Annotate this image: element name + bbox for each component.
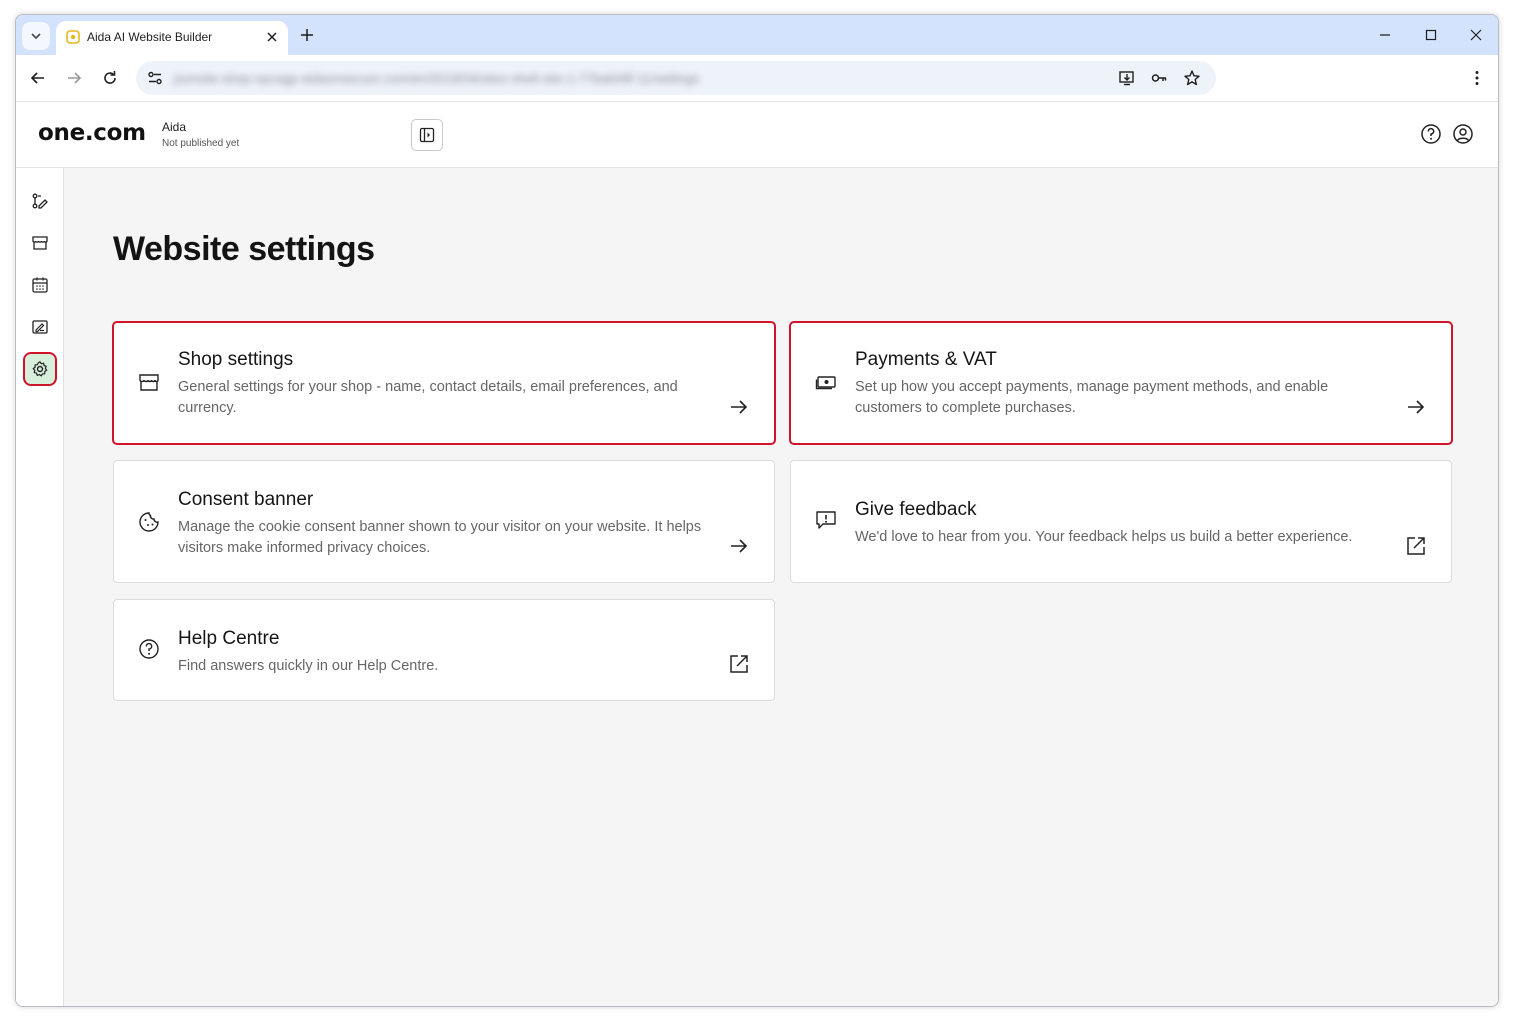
site-info-icon[interactable]: [146, 69, 164, 87]
external-link-icon[interactable]: [1405, 535, 1427, 557]
close-tab-icon[interactable]: [264, 29, 280, 45]
back-arrow-icon[interactable]: [28, 68, 48, 88]
tab-search-button[interactable]: [22, 22, 50, 50]
sidebar-item-calendar[interactable]: [25, 270, 55, 300]
card-title: Consent banner: [178, 489, 314, 510]
give-feedback-card[interactable]: Give feedback We'd love to hear from you…: [790, 460, 1452, 583]
tab-title: Aida AI Website Builder: [87, 30, 213, 44]
external-link-icon[interactable]: [728, 653, 750, 675]
close-window-icon[interactable]: [1468, 27, 1484, 43]
card-description: Manage the cookie consent banner shown t…: [178, 519, 702, 556]
browser-menu-icon[interactable]: [1467, 68, 1487, 88]
app-header: one.com Aida Not published yet: [16, 102, 1498, 168]
consent-banner-card[interactable]: Consent banner Manage the cookie consent…: [113, 460, 775, 583]
arrow-right-icon[interactable]: [728, 396, 750, 418]
feedback-icon: [816, 511, 836, 529]
address-bar[interactable]: jsonsite-shop-opcagp-aidaonsecure.com/en…: [136, 61, 1216, 95]
card-description: General settings for your shop - name, c…: [178, 379, 678, 416]
card-description: We'd love to hear from you. Your feedbac…: [855, 529, 1353, 545]
money-icon: [815, 376, 836, 390]
toggle-panel-button[interactable]: [411, 119, 443, 151]
install-app-icon[interactable]: [1118, 69, 1136, 87]
storefront-icon: [139, 374, 159, 391]
url-text: jsonsite-shop-opcagp-aidaonsecure.com/en…: [174, 71, 700, 86]
browser-toolbar: jsonsite-shop-opcagp-aidaonsecure.com/en…: [16, 55, 1498, 102]
calendar-icon: [32, 277, 48, 293]
help-icon[interactable]: [1420, 123, 1442, 145]
chevron-down-icon: [31, 33, 41, 40]
edit-pages-icon: [32, 193, 48, 209]
sidebar-item-settings[interactable]: [23, 352, 57, 386]
page-title: Website settings: [113, 230, 375, 268]
maximize-icon[interactable]: [1423, 27, 1439, 43]
card-description: Set up how you accept payments, manage p…: [855, 379, 1329, 416]
brand-logo[interactable]: one.com: [38, 120, 146, 146]
card-description: Find answers quickly in our Help Centre.: [178, 658, 439, 674]
payments-vat-card[interactable]: Payments & VAT Set up how you accept pay…: [789, 321, 1453, 445]
arrow-right-icon[interactable]: [728, 535, 750, 557]
shop-icon: [32, 236, 48, 250]
arrow-right-icon[interactable]: [1405, 396, 1427, 418]
help-centre-card[interactable]: Help Centre Find answers quickly in our …: [113, 599, 775, 701]
password-key-icon[interactable]: [1150, 69, 1168, 87]
sidebar-item-shop[interactable]: [25, 228, 55, 258]
site-status: Not published yet: [162, 138, 240, 149]
shop-settings-card[interactable]: Shop settings General settings for your …: [112, 321, 776, 445]
minimize-icon[interactable]: [1377, 27, 1393, 43]
aida-favicon-icon: [66, 30, 80, 44]
left-sidebar: [16, 168, 64, 1006]
forward-arrow-icon[interactable]: [64, 68, 84, 88]
browser-tab[interactable]: Aida AI Website Builder: [56, 21, 288, 55]
bookmark-star-icon[interactable]: [1183, 69, 1201, 87]
blog-icon: [32, 320, 48, 334]
card-title: Shop settings: [178, 349, 294, 370]
cookie-icon: [139, 512, 159, 532]
help-circle-icon: [139, 639, 159, 659]
site-name: Aida: [162, 120, 187, 134]
sidebar-item-editor[interactable]: [25, 186, 55, 216]
reload-icon[interactable]: [100, 68, 120, 88]
sidebar-item-blog[interactable]: [25, 312, 55, 342]
settings-gear-icon: [32, 361, 48, 377]
browser-window: Aida AI Website Builder jsonsite-shop-op…: [15, 14, 1499, 1007]
card-title: Payments & VAT: [855, 349, 997, 370]
tab-strip: Aida AI Website Builder: [16, 15, 1498, 55]
card-title: Give feedback: [855, 499, 977, 520]
new-tab-icon[interactable]: [298, 26, 316, 44]
sidebar-toggle-icon: [419, 127, 435, 143]
card-title: Help Centre: [178, 628, 280, 649]
account-icon[interactable]: [1452, 123, 1474, 145]
main-content: Website settings Shop settings General s…: [64, 168, 1498, 1006]
